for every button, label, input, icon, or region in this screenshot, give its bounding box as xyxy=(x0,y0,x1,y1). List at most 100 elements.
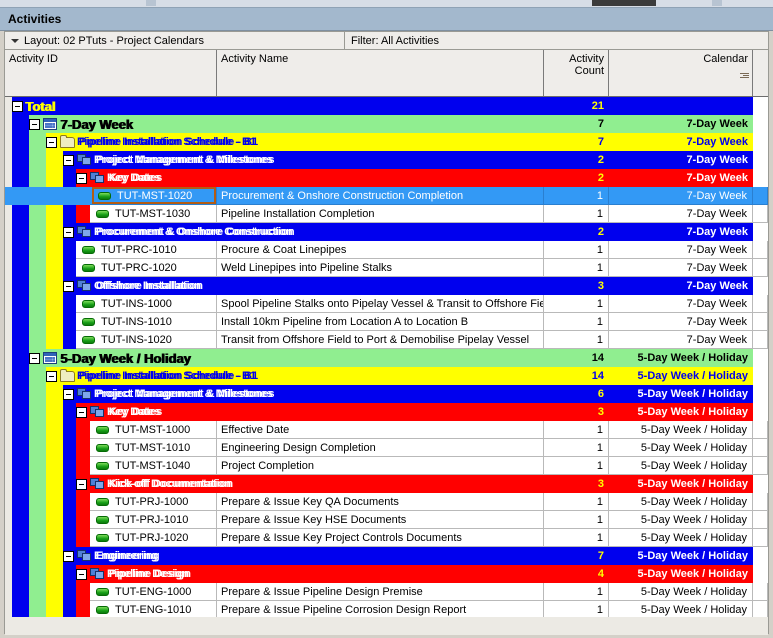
activity-row[interactable]: TUT-ENG-1010 Prepare & Issue Pipeline Cor… xyxy=(5,601,768,617)
group-row[interactable]: Procurement & Onshore Construction 2 7-Day… xyxy=(5,223,768,241)
cell-activity-id[interactable]: Project Management & Milestones xyxy=(63,385,275,403)
cell-activity-id[interactable]: TUT-PRJ-1010 xyxy=(90,511,217,529)
activity-row[interactable]: TUT-MST-1010 Engineering Design Completio… xyxy=(5,439,768,457)
cell-activity-name[interactable]: Transit from Offshore Field to Port & De… xyxy=(217,331,544,349)
cell-activity-id[interactable]: 7-Day Week xyxy=(29,115,217,133)
filter-selector[interactable]: Filter: All Activities xyxy=(345,32,768,49)
activity-row[interactable]: TUT-PRC-1020 Weld Linepipes into Pipeline… xyxy=(5,259,768,277)
toolbar-button-c[interactable] xyxy=(712,0,722,6)
cell-activity-name[interactable] xyxy=(217,115,544,133)
group-row[interactable]: Key Dates 2 7-Day Week Key Dates xyxy=(5,169,768,187)
cell-activity-name[interactable]: Prepare & Issue Key QA Documents xyxy=(217,493,544,511)
cell-activity-id[interactable]: TUT-MST-1000 xyxy=(90,421,217,439)
cell-activity-name[interactable] xyxy=(217,547,544,565)
cell-activity-id[interactable]: Engineering xyxy=(63,547,217,565)
collapse-expander-icon[interactable] xyxy=(29,118,40,130)
cell-activity-name[interactable]: Install 10km Pipeline from Location A to… xyxy=(217,313,544,331)
activity-row[interactable]: TUT-MST-1030 Pipeline Installation Comple… xyxy=(5,205,768,223)
cell-activity-name[interactable] xyxy=(217,565,544,583)
collapse-expander-icon[interactable] xyxy=(63,154,74,166)
collapse-expander-icon[interactable] xyxy=(63,550,74,562)
cell-activity-name[interactable]: Procure & Coat Linepipes xyxy=(217,241,544,259)
cell-activity-id[interactable]: Total xyxy=(12,97,217,115)
cell-activity-name[interactable] xyxy=(217,277,544,295)
cell-activity-name[interactable]: Effective Date xyxy=(217,421,544,439)
cell-activity-id[interactable]: Project Management & Milestones xyxy=(63,151,275,169)
cell-activity-id[interactable]: Procurement & Onshore Construction xyxy=(63,223,295,241)
collapse-expander-icon[interactable] xyxy=(63,280,74,292)
cell-activity-id[interactable]: Pipeline Design xyxy=(76,565,217,583)
collapse-expander-icon[interactable] xyxy=(12,100,23,112)
cell-activity-name[interactable]: Prepare & Issue Pipeline Design Premise xyxy=(217,583,544,601)
group-row[interactable]: 5-Day Week / Holiday 14 5-Day Week / Holid… xyxy=(5,349,768,367)
cell-activity-id[interactable]: Offshore Installation xyxy=(63,277,217,295)
collapse-expander-icon[interactable] xyxy=(63,388,74,400)
collapse-expander-icon[interactable] xyxy=(76,406,87,418)
cell-activity-name[interactable] xyxy=(217,133,544,151)
chevron-down-icon[interactable] xyxy=(11,38,19,43)
cell-activity-name[interactable] xyxy=(217,349,544,367)
group-row[interactable]: Offshore Installation 3 7-Day Week Offshore… xyxy=(5,277,768,295)
column-header-activity-name[interactable]: Activity Name xyxy=(217,50,544,96)
cell-activity-name[interactable] xyxy=(217,403,544,421)
cell-activity-id[interactable]: TUT-INS-1020 xyxy=(76,331,217,349)
collapse-expander-icon[interactable] xyxy=(76,568,87,580)
cell-activity-name[interactable] xyxy=(217,367,544,385)
group-row[interactable]: Pipeline Installation Schedule - B1 14 5-D… xyxy=(5,367,768,385)
cell-activity-name[interactable]: Engineering Design Completion xyxy=(217,439,544,457)
activity-row[interactable]: TUT-INS-1020 Transit from Offshore Field … xyxy=(5,331,768,349)
collapse-expander-icon[interactable] xyxy=(76,478,87,490)
activity-row[interactable]: TUT-PRJ-1010 Prepare & Issue Key HSE Docu… xyxy=(5,511,768,529)
activity-row[interactable]: TUT-INS-1000 Spool Pipeline Stalks onto P… xyxy=(5,295,768,313)
activity-row[interactable]: TUT-PRC-1010 Procure & Coat Linepipes 1 7-D… xyxy=(5,241,768,259)
group-row[interactable]: Pipeline Design 4 5-Day Week / Holiday Pipe… xyxy=(5,565,768,583)
collapse-expander-icon[interactable] xyxy=(46,136,57,148)
cell-activity-id[interactable]: TUT-MST-1020 xyxy=(90,187,217,205)
collapse-expander-icon[interactable] xyxy=(46,370,57,382)
activities-grid[interactable]: Total 21 Total 7-Day Week 7 7-Day Week 7-Day W… xyxy=(5,97,768,617)
cell-activity-id[interactable]: TUT-ENG-1010 xyxy=(90,601,217,617)
activity-row[interactable]: TUT-ENG-1000 Prepare & Issue Pipeline Des… xyxy=(5,583,768,601)
column-header-activity-id[interactable]: Activity ID xyxy=(5,50,217,96)
cell-activity-id[interactable]: Key Dates xyxy=(76,403,217,421)
activity-row[interactable]: TUT-PRJ-1000 Prepare & Issue Key QA Docum… xyxy=(5,493,768,511)
cell-activity-name[interactable] xyxy=(217,97,544,115)
collapse-expander-icon[interactable] xyxy=(63,226,74,238)
toolbar-button-a[interactable] xyxy=(146,0,156,6)
layout-selector[interactable]: Layout: 02 PTuts - Project Calendars xyxy=(5,32,345,49)
cell-activity-id[interactable]: 5-Day Week / Holiday xyxy=(29,349,217,367)
cell-activity-name[interactable]: Weld Linepipes into Pipeline Stalks xyxy=(217,259,544,277)
cell-activity-name[interactable]: Procurement & Onshore Construction Compl… xyxy=(217,187,544,205)
cell-activity-id[interactable]: TUT-MST-1040 xyxy=(90,457,217,475)
cell-activity-name[interactable]: Prepare & Issue Key Project Controls Doc… xyxy=(217,529,544,547)
cell-activity-id[interactable]: TUT-PRC-1010 xyxy=(76,241,217,259)
activity-row[interactable]: TUT-PRJ-1020 Prepare & Issue Key Project … xyxy=(5,529,768,547)
cell-activity-name[interactable] xyxy=(217,475,544,493)
activity-row[interactable]: TUT-MST-1020 Procurement & Onshore Constr… xyxy=(5,187,768,205)
column-header-activity-count[interactable]: Activity Count xyxy=(544,50,609,96)
collapse-expander-icon[interactable] xyxy=(29,352,40,364)
group-row[interactable]: Project Management & Milestones 6 5-Day We… xyxy=(5,385,768,403)
cell-activity-id[interactable]: TUT-ENG-1000 xyxy=(90,583,217,601)
group-row[interactable]: Engineering 7 5-Day Week / Holiday Engineer… xyxy=(5,547,768,565)
column-header-calendar[interactable]: Calendar xyxy=(609,50,753,96)
cell-activity-name[interactable]: Prepare & Issue Pipeline Corrosion Desig… xyxy=(217,601,544,617)
group-row[interactable]: Key Dates 3 5-Day Week / Holiday Key Dates xyxy=(5,403,768,421)
toolbar-button-b[interactable] xyxy=(592,0,656,6)
activity-row[interactable]: TUT-MST-1000 Effective Date 1 5-Day Week / … xyxy=(5,421,768,439)
cell-activity-name[interactable] xyxy=(217,169,544,187)
cell-activity-id[interactable]: Key Dates xyxy=(76,169,217,187)
activity-row[interactable]: TUT-INS-1010 Install 10km Pipeline from L… xyxy=(5,313,768,331)
group-row[interactable]: Project Management & Milestones 2 7-Day We… xyxy=(5,151,768,169)
cell-activity-id[interactable]: TUT-PRC-1020 xyxy=(76,259,217,277)
collapse-expander-icon[interactable] xyxy=(76,172,87,184)
group-row[interactable]: Pipeline Installation Schedule - B1 7 7-Da… xyxy=(5,133,768,151)
cell-activity-id[interactable]: TUT-MST-1010 xyxy=(90,439,217,457)
cell-activity-id[interactable]: TUT-MST-1030 xyxy=(90,205,217,223)
cell-activity-id[interactable]: TUT-PRJ-1020 xyxy=(90,529,217,547)
cell-activity-id[interactable]: TUT-PRJ-1000 xyxy=(90,493,217,511)
activity-row[interactable]: TUT-MST-1040 Project Completion 1 5-Day Wee… xyxy=(5,457,768,475)
group-row[interactable]: Total 21 Total xyxy=(5,97,768,115)
cell-activity-id[interactable]: TUT-INS-1010 xyxy=(76,313,217,331)
toolbar-strip[interactable] xyxy=(0,0,773,8)
